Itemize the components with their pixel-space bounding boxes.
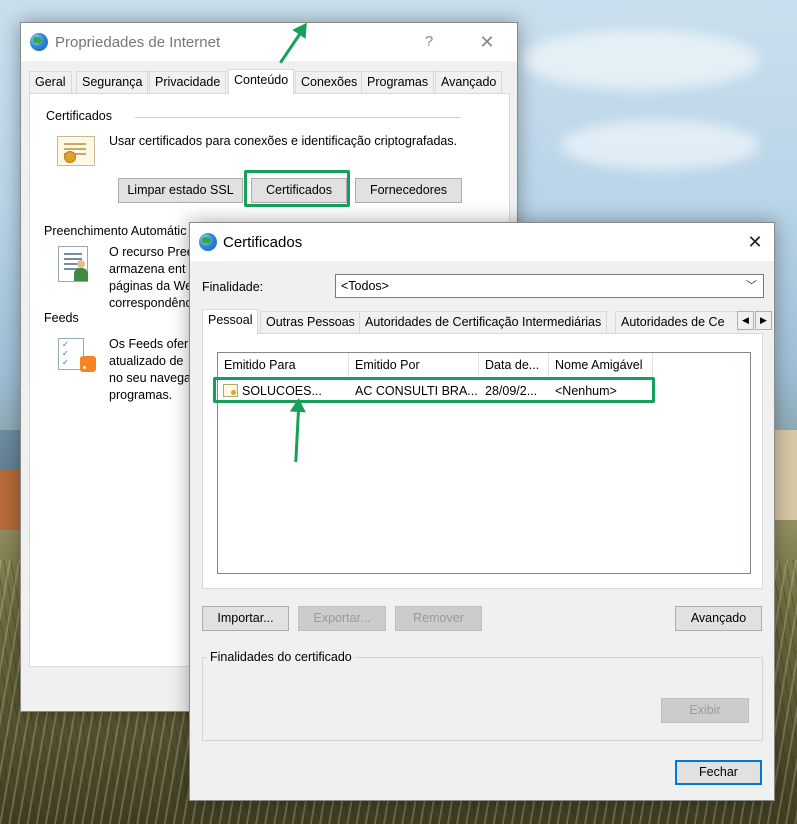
house [775,430,797,520]
window-title: Propriedades de Internet [55,34,221,51]
certificates-description: Usar certificados para conexões e identi… [109,134,458,148]
column-date[interactable]: Data de... [479,353,549,377]
autocomplete-line: correspondênc [109,296,192,310]
feeds-line: atualizado de [109,354,184,368]
internet-globe-icon [30,33,48,51]
certificate-row-highlight [213,377,655,403]
feeds-line: no seu navega [109,371,192,385]
close-button[interactable]: Fechar [675,760,762,785]
tab-pessoal[interactable]: Pessoal [202,309,259,334]
clear-ssl-button[interactable]: Limpar estado SSL [118,178,243,203]
certificate-icon [57,136,95,166]
tab-scroll-left-icon[interactable]: ◀ [737,311,754,330]
tab-conteudo[interactable]: Conteúdo [228,69,295,94]
personal-panel: Emitido Para Emitido Por Data de... Nome… [202,333,763,589]
tab-autoridades-raiz[interactable]: Autoridades de Ce [615,311,739,333]
purpose-label: Finalidade: [202,280,264,294]
purpose-select[interactable]: <Todos> ﹀ [335,274,764,298]
tab-autoridades-intermediarias[interactable]: Autoridades de Certificação Intermediári… [359,311,608,333]
title-bar: Propriedades de Internet ? ✕ [21,23,517,61]
tab-seguranca[interactable]: Segurança [76,71,149,93]
certificates-heading: Certificados [46,109,112,123]
tab-avancado[interactable]: Avançado [435,71,503,93]
tab-geral[interactable]: Geral [29,71,72,93]
purposes-heading: Finalidades do certificado [207,650,355,664]
tab-strip: Geral Segurança Privacidade Conteúdo Con… [29,69,509,94]
import-button[interactable]: Importar... [202,606,289,631]
feeds-heading: Feeds [44,311,79,325]
title-bar: Certificados ✕ [190,223,774,261]
dialog-title: Certificados [223,234,303,251]
export-button[interactable]: Exportar... [298,606,386,631]
feeds-line: Os Feeds ofer [109,337,189,351]
certificates-button-highlight [244,170,350,207]
chevron-down-icon: ﹀ [746,280,757,292]
advanced-button[interactable]: Avançado [675,606,762,631]
tab-programas[interactable]: Programas [361,71,435,93]
tab-conexoes[interactable]: Conexões [295,71,364,93]
tab-privacidade[interactable]: Privacidade [149,71,227,93]
column-issued-by[interactable]: Emitido Por [349,353,479,377]
close-button[interactable]: ✕ [472,30,502,54]
autocomplete-line: O recurso Pree [109,245,194,259]
view-button[interactable]: Exibir [661,698,749,723]
tab-scroll-right-icon[interactable]: ▶ [755,311,772,330]
close-icon[interactable]: ✕ [740,230,770,254]
rss-icon [80,356,96,372]
purpose-value: <Todos> [341,279,389,293]
certificates-dialog: Certificados ✕ Finalidade: <Todos> ﹀ Pes… [189,222,775,801]
feeds-line: programas. [109,388,173,402]
cloud [520,30,760,90]
remove-button[interactable]: Remover [395,606,482,631]
user-icon [74,260,88,282]
autocomplete-heading: Preenchimento Automátic [44,224,187,238]
internet-globe-icon [199,233,217,251]
cloud [560,120,760,170]
autocomplete-line: páginas da We [109,279,193,293]
autocomplete-line: armazena ent [109,262,186,276]
help-button[interactable]: ? [414,30,444,54]
column-issued-to[interactable]: Emitido Para [218,353,349,377]
divider [135,117,461,118]
publishers-button[interactable]: Fornecedores [355,178,462,203]
tab-strip: Pessoal Outras Pessoas Autoridades de Ce… [202,309,772,334]
tab-outras-pessoas[interactable]: Outras Pessoas [260,311,361,333]
column-friendly-name[interactable]: Nome Amigável [549,353,653,377]
